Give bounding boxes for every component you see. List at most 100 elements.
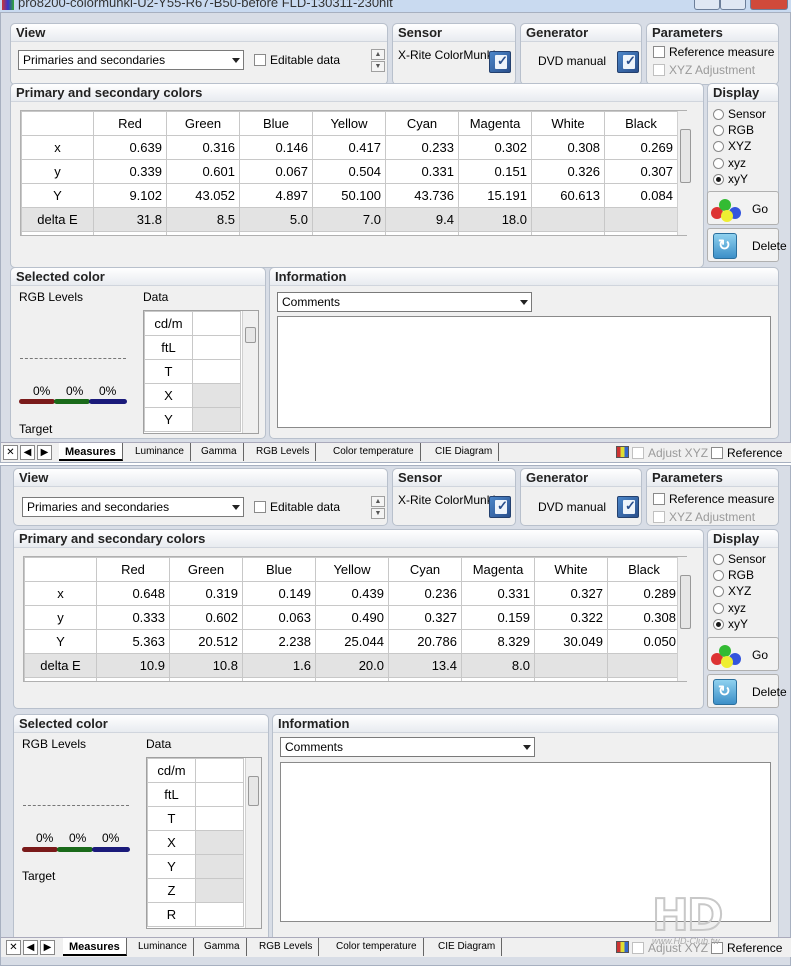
- display-radio-xyy[interactable]: xyY: [713, 617, 748, 631]
- reference-measure-checkbox[interactable]: Reference measure: [653, 45, 774, 59]
- sensor-settings-icon[interactable]: [489, 51, 511, 73]
- table-cell[interactable]: 43.052: [166, 183, 240, 208]
- column-header[interactable]: White: [531, 111, 605, 136]
- language-flag-icon[interactable]: [616, 446, 629, 458]
- table-cell[interactable]: 0.302: [458, 135, 532, 160]
- data-value[interactable]: [195, 902, 244, 927]
- selected-data-grid[interactable]: cd/m ftL T X Y Z R: [146, 757, 262, 929]
- table-cell[interactable]: 8.0: [461, 653, 535, 678]
- column-header[interactable]: Cyan: [388, 557, 462, 582]
- reference-measure-checkbox[interactable]: Reference measure: [653, 492, 774, 506]
- table-vertical-scrollbar[interactable]: [677, 111, 693, 235]
- table-cell[interactable]: 9.102: [93, 183, 167, 208]
- spin-down-icon[interactable]: ▼: [371, 61, 385, 72]
- tab-gamma[interactable]: Gamma: [195, 443, 244, 461]
- table-cell[interactable]: 1.6: [242, 653, 316, 678]
- table-cell[interactable]: 31.8: [93, 207, 167, 232]
- go-button[interactable]: Go: [707, 637, 779, 671]
- spin-up-icon[interactable]: ▲: [371, 496, 385, 507]
- table-cell[interactable]: 0.289: [607, 581, 681, 606]
- data-value[interactable]: [192, 335, 241, 360]
- table-cell[interactable]: [604, 207, 678, 232]
- table-cell[interactable]: 10.8: [169, 653, 243, 678]
- row-header[interactable]: y: [24, 605, 97, 630]
- table-cell[interactable]: 10.9: [96, 653, 170, 678]
- tab-luminance[interactable]: Luminance: [129, 443, 191, 461]
- display-radio-xyz-lower[interactable]: xyz: [713, 601, 746, 615]
- data-value[interactable]: [195, 758, 244, 783]
- table-horizontal-scrollbar[interactable]: [23, 686, 686, 700]
- table-cell[interactable]: 43.736: [385, 183, 459, 208]
- go-button[interactable]: Go: [707, 191, 779, 225]
- table-cell[interactable]: 0.322: [534, 605, 608, 630]
- display-radio-xyz-lower[interactable]: xyz: [713, 156, 746, 170]
- table-cell[interactable]: 8.329: [461, 629, 535, 654]
- colors-grid[interactable]: Red Green Blue Yellow Cyan Magenta White…: [23, 556, 687, 682]
- table-cell[interactable]: [534, 653, 608, 678]
- display-radio-xyy[interactable]: xyY: [713, 172, 748, 186]
- table-cell[interactable]: 0.319: [169, 581, 243, 606]
- data-value[interactable]: [192, 383, 241, 408]
- data-value[interactable]: [192, 359, 241, 384]
- table-cell[interactable]: [531, 207, 605, 232]
- close-tab-icon[interactable]: ✕: [3, 445, 18, 460]
- column-header[interactable]: Black: [604, 111, 678, 136]
- column-header[interactable]: White: [534, 557, 608, 582]
- display-radio-xyz-upper[interactable]: XYZ: [713, 139, 751, 153]
- table-cell[interactable]: 5.363: [96, 629, 170, 654]
- tab-color-temperature[interactable]: Color temperature: [330, 938, 424, 956]
- table-cell[interactable]: 0.331: [461, 581, 535, 606]
- table-cell[interactable]: 0.648: [96, 581, 170, 606]
- table-cell[interactable]: 30.049: [534, 629, 608, 654]
- close-tab-icon[interactable]: ✕: [6, 940, 21, 955]
- next-tab-icon[interactable]: ▶: [40, 940, 55, 955]
- maximize-button[interactable]: [720, 0, 746, 10]
- data-value[interactable]: [195, 854, 244, 879]
- editable-data-checkbox[interactable]: Editable data: [254, 500, 340, 514]
- table-cell[interactable]: 0.601: [166, 159, 240, 184]
- table-cell[interactable]: 0.333: [96, 605, 170, 630]
- generator-settings-icon[interactable]: [617, 496, 639, 518]
- data-value[interactable]: [195, 806, 244, 831]
- column-header[interactable]: Red: [93, 111, 167, 136]
- table-cell[interactable]: 0.327: [388, 605, 462, 630]
- column-header[interactable]: Yellow: [315, 557, 389, 582]
- information-select[interactable]: Comments: [280, 737, 535, 757]
- table-cell[interactable]: 0.149: [242, 581, 316, 606]
- table-cell[interactable]: 0.308: [531, 135, 605, 160]
- table-cell[interactable]: 2.238: [242, 629, 316, 654]
- table-horizontal-scrollbar[interactable]: [20, 240, 686, 254]
- display-radio-rgb[interactable]: RGB: [713, 123, 754, 137]
- column-header[interactable]: Blue: [239, 111, 313, 136]
- row-header[interactable]: delta E: [21, 207, 94, 232]
- adjust-xyz-checkbox[interactable]: Adjust XYZ: [632, 446, 708, 460]
- table-cell[interactable]: [607, 653, 681, 678]
- spin-down-icon[interactable]: ▼: [371, 508, 385, 519]
- row-header[interactable]: Y: [24, 629, 97, 654]
- table-cell[interactable]: 20.786: [388, 629, 462, 654]
- table-cell[interactable]: 0.159: [461, 605, 535, 630]
- table-cell[interactable]: 0.331: [385, 159, 459, 184]
- table-cell[interactable]: 15.191: [458, 183, 532, 208]
- column-header[interactable]: Yellow: [312, 111, 386, 136]
- row-header[interactable]: y: [21, 159, 94, 184]
- tab-rgb-levels[interactable]: RGB Levels: [253, 938, 320, 956]
- generator-settings-icon[interactable]: [617, 51, 639, 73]
- table-cell[interactable]: 50.100: [312, 183, 386, 208]
- tab-measures[interactable]: Measures: [59, 443, 123, 461]
- selected-data-grid[interactable]: cd/m ftL T X Y: [143, 310, 259, 434]
- table-cell[interactable]: 0.326: [531, 159, 605, 184]
- column-header[interactable]: Green: [169, 557, 243, 582]
- xyz-adjustment-checkbox[interactable]: XYZ Adjustment: [653, 63, 755, 77]
- column-header[interactable]: Red: [96, 557, 170, 582]
- xyz-adjustment-checkbox[interactable]: XYZ Adjustment: [653, 510, 755, 524]
- column-header[interactable]: Magenta: [461, 557, 535, 582]
- delete-button[interactable]: Delete: [707, 228, 787, 262]
- sensor-settings-icon[interactable]: [489, 496, 511, 518]
- prev-tab-icon[interactable]: ◀: [23, 940, 38, 955]
- scroll-thumb[interactable]: [680, 575, 691, 629]
- view-select[interactable]: Primaries and secondaries: [18, 50, 244, 70]
- data-value[interactable]: [195, 878, 244, 903]
- table-cell[interactable]: 9.4: [385, 207, 459, 232]
- table-cell[interactable]: 0.233: [385, 135, 459, 160]
